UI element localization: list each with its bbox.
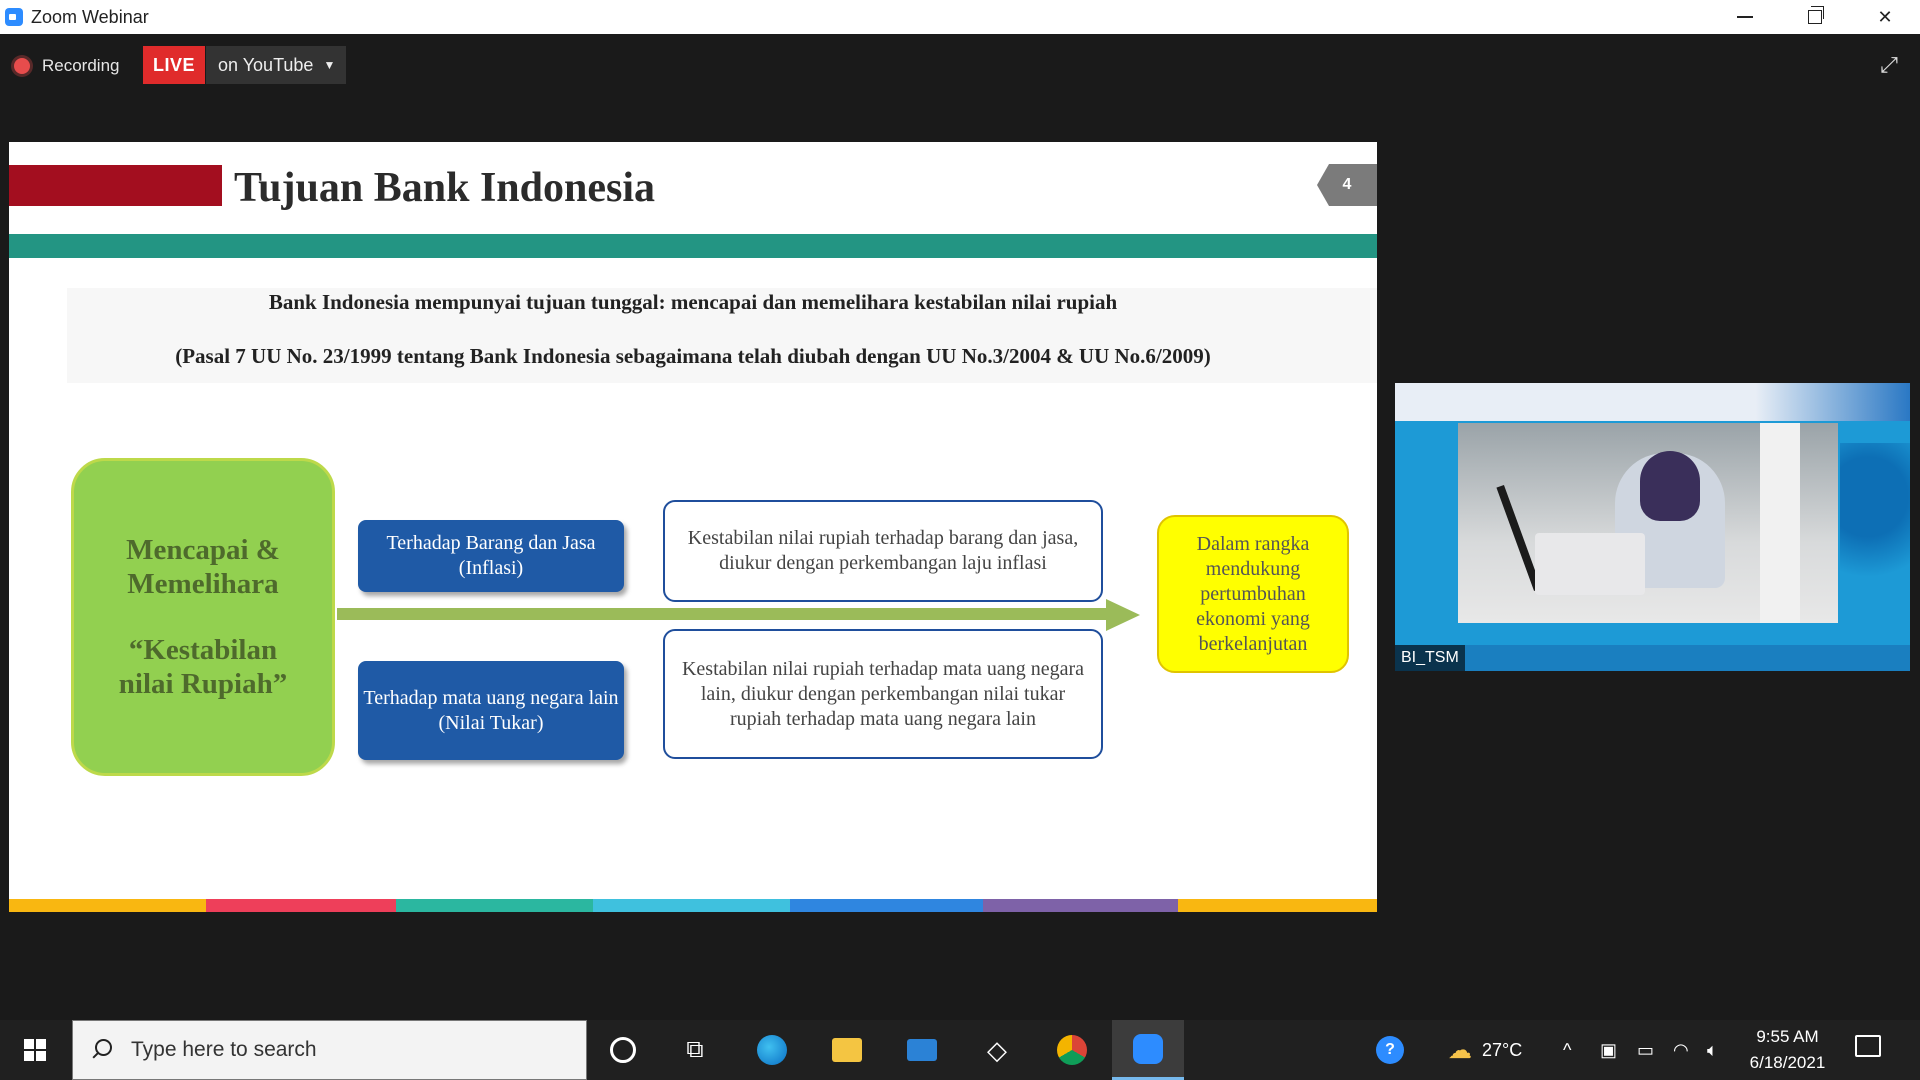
task-view-button[interactable]: ⧉ [660, 1020, 730, 1080]
goods-description-box: Kestabilan nilai rupiah terhadap barang … [663, 500, 1103, 602]
temperature-label: 27°C [1482, 1039, 1523, 1060]
taskbar-search[interactable]: Type here to search [72, 1020, 587, 1080]
aspect-goods-box: Terhadap Barang dan Jasa (Inflasi) [358, 520, 624, 592]
page-number-badge: 4 [1317, 164, 1377, 206]
clock-date: 6/18/2021 [1749, 1053, 1826, 1072]
expand-icon: ⤢ [1880, 52, 1898, 77]
close-icon: ✕ [1877, 6, 1893, 27]
clock-time: 9:55 AM [1756, 1027, 1819, 1046]
battery-tray-item[interactable]: ▭ [1637, 1020, 1654, 1080]
footer-stripe-1 [9, 899, 206, 912]
stream-target-label: on YouTube [218, 54, 314, 75]
flow-arrow-head [1106, 599, 1140, 631]
chevron-up-icon: ^ [1563, 1039, 1572, 1060]
taskbar-clock[interactable]: 9:55 AM 6/18/2021 [1740, 1024, 1835, 1076]
volume-tray-item[interactable]: 🔈︎ [1707, 1020, 1718, 1080]
footer-stripe-5 [790, 899, 983, 912]
caret-down-icon: ▼ [323, 58, 336, 72]
video-footer-strip [1395, 645, 1910, 671]
live-badge: LIVE [143, 46, 205, 84]
goal-line-3: “Kestabilan [128, 634, 278, 666]
cortana-button[interactable] [588, 1020, 658, 1080]
folder-icon [832, 1038, 862, 1062]
footer-stripe-2 [206, 899, 396, 912]
minimize-icon [1737, 16, 1753, 18]
fullscreen-button[interactable]: ⤢ [1874, 50, 1904, 80]
zoom-app-icon [5, 8, 23, 26]
currency-description-box: Kestabilan nilai rupiah terhadap mata ua… [663, 629, 1103, 759]
dropbox-app[interactable]: ◇ [962, 1020, 1032, 1080]
record-icon [14, 58, 30, 74]
video-shelf [1760, 423, 1800, 623]
dropbox-icon: ◇ [987, 1034, 1007, 1065]
zoom-icon [1133, 1033, 1163, 1064]
window-title: Zoom Webinar [31, 7, 149, 27]
battery-icon: ▭ [1637, 1039, 1655, 1060]
participant-video[interactable] [1395, 383, 1910, 671]
shared-slide: Tujuan Bank Indonesia 4 Bank Indonesia m… [9, 142, 1377, 912]
restore-icon [1808, 6, 1824, 24]
mail-icon [907, 1039, 937, 1061]
flow-arrow-shaft [337, 608, 1109, 620]
wifi-icon: ◠ [1673, 1039, 1689, 1060]
edge-app[interactable] [737, 1020, 807, 1080]
goal-line-4: nilai Rupiah” [118, 668, 288, 700]
outcome-box: Dalam rangka mendukung pertumbuhan ekono… [1157, 515, 1349, 673]
notification-center-button[interactable] [1855, 1035, 1881, 1057]
slide-title: Tujuan Bank Indonesia [234, 165, 656, 211]
camera-icon: ▣ [1600, 1039, 1618, 1060]
search-icon [91, 1039, 113, 1061]
live-stream-dropdown[interactable]: on YouTube ▼ [206, 46, 346, 84]
show-hidden-icons-button[interactable]: ^ [1563, 1020, 1571, 1080]
video-person-head [1640, 451, 1700, 521]
file-explorer-app[interactable] [812, 1020, 882, 1080]
statement-text: Bank Indonesia mempunyai tujuan tunggal:… [268, 290, 1118, 314]
windows-icon [24, 1039, 46, 1061]
taskbar: Type here to search ⧉ ◇ ? ☁ 27°C ^ ▣ ▭ ◠ [0, 1020, 1920, 1080]
zoom-app[interactable] [1112, 1020, 1184, 1080]
chrome-app[interactable] [1037, 1020, 1107, 1080]
weather-tray-item[interactable]: ☁ 27°C [1448, 1020, 1522, 1080]
mail-app[interactable] [887, 1020, 957, 1080]
recording-indicator[interactable]: Recording [14, 50, 120, 82]
header-divider [9, 234, 1377, 258]
cortana-icon [610, 1037, 636, 1063]
start-button[interactable] [0, 1020, 70, 1080]
participant-name-label: BI_TSM [1395, 645, 1465, 671]
restore-button[interactable] [1780, 0, 1850, 34]
goal-line-2: Memelihara [127, 568, 279, 600]
help-icon: ? [1376, 1036, 1404, 1064]
footer-stripe-4 [593, 899, 790, 912]
footer-stripe-6 [983, 899, 1178, 912]
window-titlebar: Zoom Webinar ✕ [0, 0, 1920, 34]
legal-basis-text: (Pasal 7 UU No. 23/1999 tentang Bank Ind… [175, 344, 1211, 368]
footer-stripe-3 [396, 899, 593, 912]
aspect-currency-box: Terhadap mata uang negara lain (Nilai Tu… [358, 661, 624, 760]
goal-line-1: Mencapai & [126, 534, 280, 566]
goal-box: Mencapai & Memelihara “Kestabilan nilai … [71, 458, 335, 776]
meet-now-tray-item[interactable]: ▣ [1600, 1020, 1617, 1080]
edge-icon [757, 1035, 787, 1065]
task-view-icon: ⧉ [686, 1036, 704, 1063]
minimize-button[interactable] [1710, 0, 1780, 34]
video-banner [1395, 383, 1910, 421]
video-laptop [1535, 533, 1645, 595]
help-tray-item[interactable]: ? [1370, 1020, 1410, 1080]
weather-icon: ☁ [1448, 1036, 1472, 1064]
recording-label: Recording [42, 56, 120, 75]
close-button[interactable]: ✕ [1850, 0, 1920, 34]
wifi-tray-item[interactable]: ◠ [1673, 1020, 1689, 1080]
title-accent-bar [9, 165, 222, 206]
video-palm-decoration [1840, 443, 1910, 623]
chrome-icon [1057, 1035, 1087, 1065]
footer-stripe-7 [1178, 899, 1377, 912]
volume-icon: 🔈︎ [1707, 1039, 1718, 1060]
search-placeholder: Type here to search [131, 1038, 317, 1061]
